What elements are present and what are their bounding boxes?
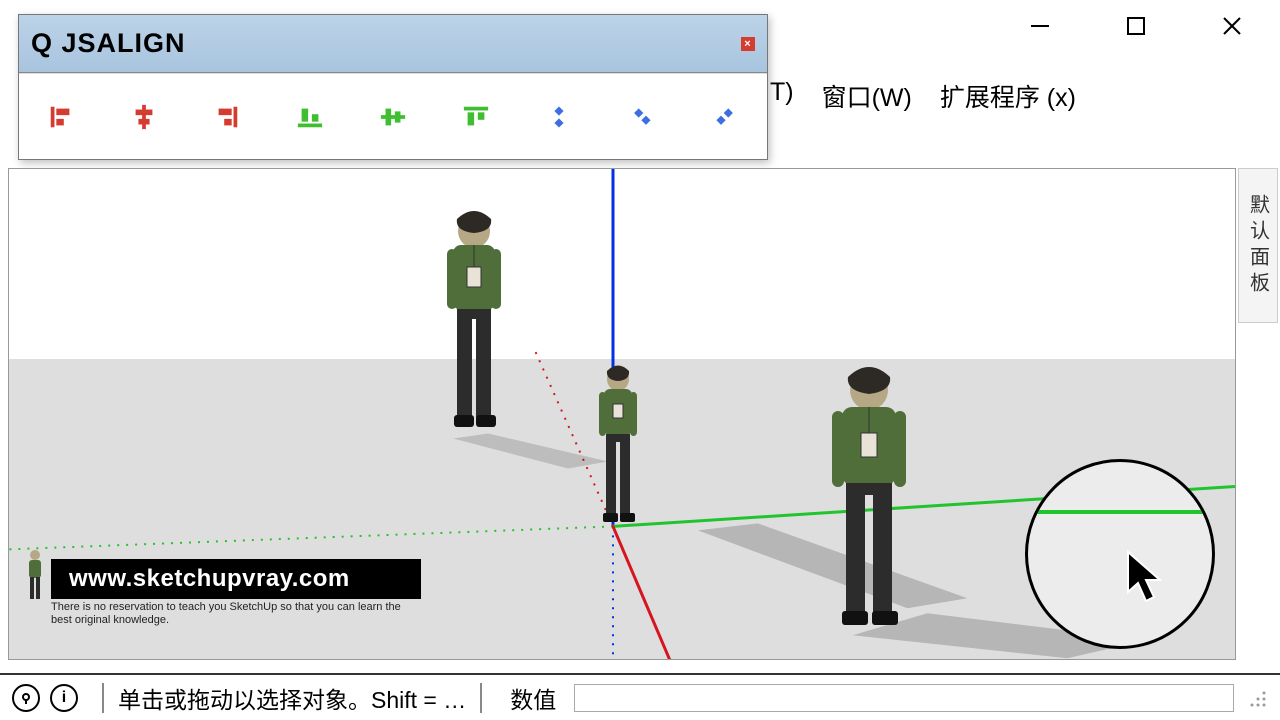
status-hint: 单击或拖动以选择对象。Shift = … [118, 681, 466, 715]
menu-window[interactable]: 窗口(W) [822, 78, 912, 114]
vcb-label: 数值 [510, 681, 556, 715]
menubar: T) 窗口(W) 扩展程序 (x) [770, 78, 1076, 114]
close-window-button[interactable] [1208, 12, 1256, 44]
maximize-button[interactable] [1112, 12, 1160, 44]
scale-figure-2[interactable] [589, 364, 647, 534]
geo-location-icon[interactable] [12, 684, 40, 712]
scale-figure-1[interactable] [429, 209, 519, 439]
status-separator [102, 683, 104, 713]
scale-figure-3[interactable] [814, 365, 924, 645]
minimize-button[interactable] [1016, 12, 1064, 44]
status-bar: i 单击或拖动以选择对象。Shift = … 数值 [0, 673, 1280, 720]
resize-grip-icon[interactable] [1246, 687, 1268, 709]
tool-align-right[interactable] [195, 85, 259, 149]
menu-extensions[interactable]: 扩展程序 (x) [940, 78, 1076, 114]
jsalign-title: Q JSALIGN [31, 28, 186, 59]
magnifier-green-axis [1028, 510, 1212, 514]
model-viewport[interactable]: www.sketchupvray.com There is no reserva… [8, 168, 1236, 660]
magnifier-cursor-icon [1123, 547, 1173, 612]
watermark-url: www.sketchupvray.com [51, 559, 421, 599]
tool-align-top[interactable] [444, 85, 508, 149]
tool-align-center-v[interactable] [361, 85, 425, 149]
tray-tab-default-panel[interactable]: 默认面板 [1238, 168, 1278, 323]
watermark-icon [21, 547, 49, 603]
watermark: www.sketchupvray.com There is no reserva… [51, 559, 421, 627]
tool-align-bottom[interactable] [278, 85, 342, 149]
jsalign-titlebar[interactable]: Q JSALIGN × [19, 15, 767, 73]
window-controls [1016, 12, 1256, 44]
status-separator-2 [480, 683, 482, 713]
watermark-sub: There is no reservation to teach you Ske… [51, 601, 421, 627]
jsalign-toolbar: Q JSALIGN × [18, 14, 768, 160]
credits-icon[interactable]: i [50, 684, 78, 712]
tool-align-left[interactable] [29, 85, 93, 149]
tool-distribute-1[interactable] [527, 85, 591, 149]
measurements-input[interactable] [574, 684, 1234, 712]
menu-tools-frag[interactable]: T) [770, 78, 794, 114]
magnifier-overlay [1025, 459, 1215, 649]
tool-distribute-2[interactable] [610, 85, 674, 149]
jsalign-tool-row [19, 73, 767, 159]
tool-distribute-3[interactable] [693, 85, 757, 149]
jsalign-close-icon[interactable]: × [741, 37, 755, 51]
tool-align-center-h[interactable] [112, 85, 176, 149]
